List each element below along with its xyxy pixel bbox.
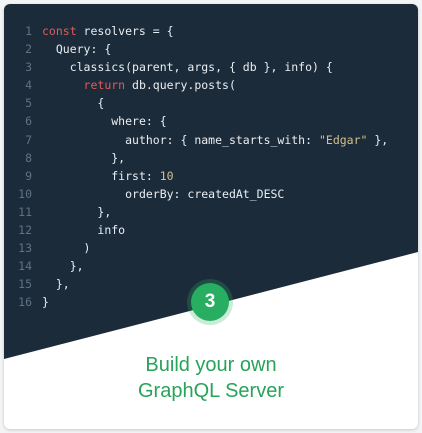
code-block: 1 const resolvers = {2 Query: {3 classics… xyxy=(4,22,388,312)
line-number: 1 xyxy=(25,24,32,38)
code-text: }, xyxy=(42,203,111,221)
line-number: 10 xyxy=(18,186,32,201)
code-text: Query: { xyxy=(42,40,111,58)
code-token: }, xyxy=(55,277,70,292)
code-line: 10 orderBy: createdAt_DESC xyxy=(4,185,388,203)
line-number: 14 xyxy=(18,259,32,274)
card-title-line-2: GraphQL Server xyxy=(138,380,284,402)
code-token: db.query.posts( xyxy=(125,78,236,93)
code-text: author: { name_starts_with: "Edgar" }, xyxy=(42,131,388,149)
code-token: { xyxy=(97,96,105,111)
line-number: 2 xyxy=(25,42,32,57)
code-line: 8 }, xyxy=(4,149,388,167)
line-number: 12 xyxy=(18,223,32,238)
code-text: return db.query.posts( xyxy=(42,76,236,94)
line-number: 5 xyxy=(25,96,32,111)
line-number: 11 xyxy=(18,204,32,219)
code-token: }, xyxy=(367,132,389,147)
code-token: where: { xyxy=(111,114,167,129)
tutorial-card[interactable]: 1 const resolvers = {2 Query: {3 classics… xyxy=(4,4,418,429)
code-line: 7 author: { name_starts_with: "Edgar" }, xyxy=(4,131,388,149)
code-line: 1 const resolvers = { xyxy=(4,22,388,40)
code-token: Query: { xyxy=(55,42,112,57)
line-number: 7 xyxy=(25,132,32,147)
code-text: }, xyxy=(42,275,70,293)
line-number: 6 xyxy=(25,114,32,129)
code-token: classics(parent, args, { db }, info) { xyxy=(69,60,333,75)
code-text: }, xyxy=(42,149,125,167)
line-number: 3 xyxy=(25,60,32,75)
line-number: 4 xyxy=(25,78,32,93)
line-number: 9 xyxy=(25,168,32,183)
code-line: 2 Query: { xyxy=(4,40,388,58)
step-number-badge: 3 xyxy=(191,283,229,321)
code-token: return xyxy=(83,78,126,93)
code-text: info xyxy=(42,221,125,239)
code-text: where: { xyxy=(42,112,167,130)
code-text: ) xyxy=(42,239,91,257)
code-line: 13 ) xyxy=(4,239,388,257)
code-token: 10 xyxy=(159,168,174,183)
code-text: first: 10 xyxy=(42,167,174,185)
line-number: 13 xyxy=(18,241,32,256)
code-token: info xyxy=(97,223,126,238)
code-line: 6 where: { xyxy=(4,112,388,130)
code-text: { xyxy=(42,94,104,112)
code-token: orderBy: createdAt_DESC xyxy=(125,186,285,201)
card-title-line-1: Build your own xyxy=(145,354,277,376)
code-text: }, xyxy=(42,257,84,275)
line-number: 16 xyxy=(18,295,32,310)
code-text: classics(parent, args, { db }, info) { xyxy=(42,58,333,76)
code-token: "Edgar" xyxy=(318,132,368,147)
code-line: 4 return db.query.posts( xyxy=(4,76,388,94)
code-line: 11 }, xyxy=(4,203,388,221)
code-text: const resolvers = { xyxy=(42,22,174,40)
code-line: 12 info xyxy=(4,221,388,239)
code-line: 5 { xyxy=(4,94,388,112)
code-token: first: xyxy=(111,168,160,183)
line-number: 15 xyxy=(18,277,32,292)
code-token: }, xyxy=(69,259,84,274)
code-text: orderBy: createdAt_DESC xyxy=(42,185,284,203)
code-text: } xyxy=(42,293,49,311)
code-line: 14 }, xyxy=(4,257,388,275)
line-number: 8 xyxy=(25,150,32,165)
code-line: 9 first: 10 xyxy=(4,167,388,185)
code-token: author: { name_starts_with: xyxy=(125,132,319,147)
code-token: ) xyxy=(83,241,91,256)
code-token: }, xyxy=(111,150,126,165)
card-title[interactable]: Build your own GraphQL Server xyxy=(4,352,418,404)
code-token: } xyxy=(42,295,49,310)
code-token: const xyxy=(42,24,77,38)
code-token: resolvers = { xyxy=(76,24,174,38)
code-token: }, xyxy=(97,204,112,219)
code-line: 3 classics(parent, args, { db }, info) { xyxy=(4,58,388,76)
